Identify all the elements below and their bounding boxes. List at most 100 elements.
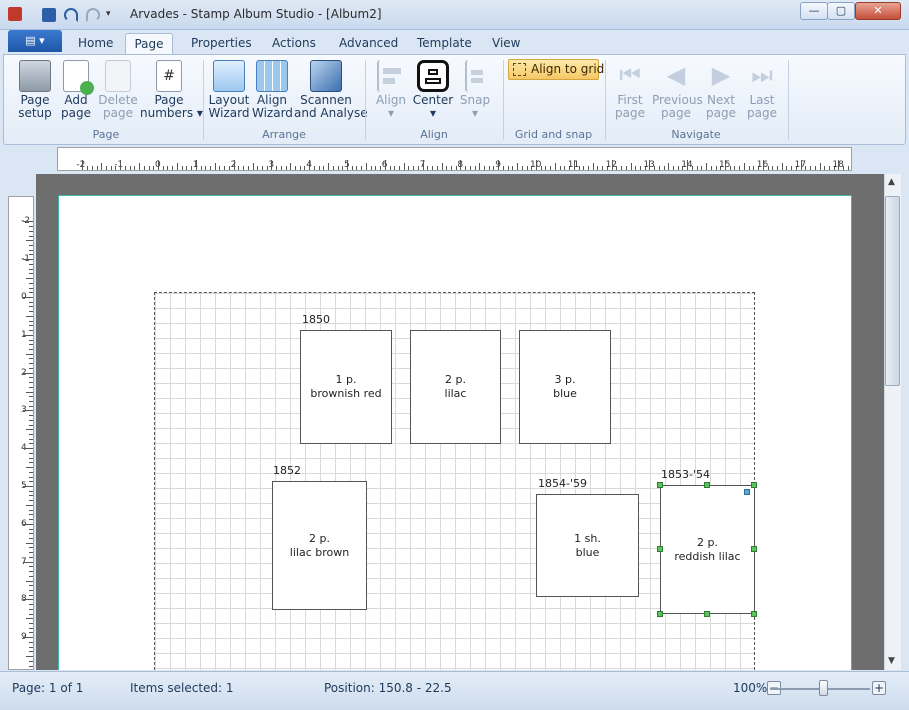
ruler-tick	[639, 166, 641, 170]
align-button[interactable]: Align ▾	[372, 60, 410, 120]
resize-handle[interactable]	[751, 546, 757, 552]
qat-customize-icon[interactable]: ▾	[106, 9, 111, 19]
ruler-tick	[370, 166, 372, 170]
ruler-tick	[29, 377, 33, 379]
ruler-tick	[280, 166, 282, 170]
ruler-tick	[120, 160, 122, 170]
delete-page-button[interactable]: Delete page	[98, 60, 138, 120]
cursor-position: Position: 150.8 - 22.5	[324, 681, 452, 695]
tab-view[interactable]: View	[484, 33, 528, 55]
ruler-tick	[29, 552, 33, 554]
ruler-tick	[635, 166, 637, 170]
stamp-frame[interactable]: 2 p. lilac brown	[272, 481, 367, 610]
ruler-tick	[776, 166, 778, 170]
zoom-in-button[interactable]: +	[872, 681, 886, 695]
ruler-tick	[691, 166, 693, 170]
resize-handle[interactable]	[704, 611, 710, 617]
ruler-tick	[479, 163, 481, 170]
first-page-icon: ⏮	[619, 61, 641, 89]
ruler-tick	[715, 166, 717, 170]
ruler-tick	[488, 166, 490, 170]
ruler-tick	[110, 166, 112, 170]
ruler-tick	[564, 166, 566, 170]
maximize-button[interactable]: ▢	[827, 2, 855, 20]
group-separator	[605, 60, 606, 140]
ruler-tick	[257, 166, 259, 170]
ruler-tick	[29, 457, 33, 459]
resize-handle[interactable]	[751, 611, 757, 617]
stamp-frame[interactable]: 3 p. blue	[519, 330, 611, 444]
page-setup-button[interactable]: Page setup	[14, 60, 56, 120]
center-button[interactable]: Center ▾	[412, 60, 454, 120]
ruler-tick	[29, 268, 33, 270]
ruler-label: -2	[76, 160, 86, 170]
align-to-grid-toggle[interactable]: Align to grid	[508, 59, 604, 80]
ruler-tick	[139, 163, 141, 170]
zoom-slider-thumb[interactable]	[819, 680, 828, 696]
tab-page[interactable]: Page	[125, 33, 173, 56]
scroll-up-icon[interactable]: ▲	[888, 177, 895, 187]
stamp-frame[interactable]: 1 sh. blue	[536, 494, 639, 597]
add-page-button[interactable]: Add page	[58, 60, 94, 120]
ruler-tick	[26, 240, 33, 242]
ruler-tick	[432, 166, 434, 170]
redo-icon[interactable]	[86, 8, 100, 22]
ruler-tick	[337, 166, 339, 170]
next-page-button[interactable]: ▶ Next page	[702, 60, 740, 120]
ruler-tick	[29, 537, 33, 539]
ruler-tick	[786, 166, 788, 170]
page-indicator: Page: 1 of 1	[12, 681, 84, 695]
tab-home[interactable]: Home	[70, 33, 121, 55]
tab-actions[interactable]: Actions	[264, 33, 324, 55]
last-page-button[interactable]: ⏭ Last page	[742, 60, 782, 120]
tab-properties[interactable]: Properties	[183, 33, 260, 55]
undo-icon[interactable]	[64, 8, 78, 22]
layout-wizard-button[interactable]: Layout Wizard	[208, 60, 250, 120]
save-icon[interactable]	[42, 8, 56, 22]
align-wizard-button[interactable]: Align Wizard	[252, 60, 293, 120]
ruler-tick	[29, 306, 33, 308]
scroll-down-icon[interactable]: ▼	[888, 656, 895, 666]
ruler-tick	[706, 163, 708, 170]
ruler-tick	[29, 382, 33, 384]
scan-and-analyse-button[interactable]: Scannen and Analyse	[294, 60, 368, 120]
tab-advanced[interactable]: Advanced	[331, 33, 406, 55]
vertical-ruler: -2-10123456789	[8, 196, 34, 670]
resize-handle[interactable]	[657, 482, 663, 488]
tab-template[interactable]: Template	[409, 33, 480, 55]
resize-handle[interactable]	[657, 611, 663, 617]
rotate-handle[interactable]	[744, 489, 750, 495]
stamp-frame[interactable]: 2 p. lilac	[410, 330, 501, 444]
minimize-button[interactable]: —	[800, 2, 828, 20]
application-menu-button[interactable]: ▤ ▾	[8, 30, 62, 52]
close-button[interactable]: ✕	[855, 2, 901, 20]
ruler-corner	[0, 147, 57, 171]
arrow-left-icon: ◀	[666, 61, 686, 89]
ruler-tick	[729, 166, 731, 170]
ruler-tick	[318, 166, 320, 170]
resize-handle[interactable]	[751, 482, 757, 488]
stamp-frame-selected[interactable]: 2 p. reddish lilac	[660, 485, 755, 614]
ruler-tick	[181, 166, 183, 170]
resize-handle[interactable]	[704, 482, 710, 488]
ruler-tick	[677, 166, 679, 170]
scrollbar-thumb[interactable]	[885, 196, 900, 386]
ruler-tick	[26, 391, 33, 393]
page-numbers-button[interactable]: # Page numbers ▾	[140, 60, 203, 120]
ruler-tick	[29, 623, 33, 625]
ruler-tick	[285, 166, 287, 170]
previous-page-button[interactable]: ◀ Previous page	[652, 60, 703, 120]
snap-button[interactable]: Snap ▾	[456, 60, 494, 120]
ruler-tick	[805, 166, 807, 170]
app-icon[interactable]	[8, 7, 22, 21]
ruler-tick	[162, 166, 164, 170]
resize-handle[interactable]	[657, 546, 663, 552]
ruler-tick	[238, 166, 240, 170]
ruler-tick	[29, 490, 33, 492]
first-page-button[interactable]: ⏮ First page	[610, 60, 650, 120]
ruler-tick	[29, 471, 33, 473]
ruler-tick	[309, 160, 311, 170]
ruler-tick	[26, 353, 33, 355]
stamp-frame[interactable]: 1 p. brownish red	[300, 330, 392, 444]
group-separator	[503, 60, 504, 140]
